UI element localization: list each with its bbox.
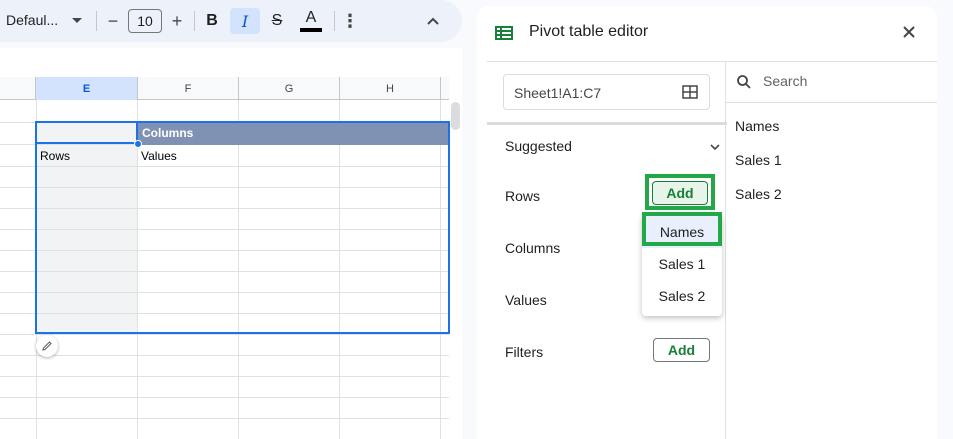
panel-column-divider [725,62,726,439]
app-root: Defaul... − 10 + B I S A ⋮ E F G H Colum… [0,0,953,439]
names-item-highlight [642,212,722,246]
column-header-g[interactable]: G [239,77,340,100]
toolbar-divider [334,11,335,31]
column-header-e[interactable]: E [36,77,138,100]
rows-label: Rows [505,188,541,204]
more-options-icon[interactable]: ⋮ [340,8,360,34]
suggested-label[interactable]: Suggested [505,138,572,154]
column-header-row: E F G H [0,77,449,100]
search-divider [726,102,937,103]
toolbar-divider [96,11,97,31]
decrease-font-size-button[interactable]: − [104,8,122,34]
font-family-select[interactable]: Defaul... [6,12,58,28]
formatting-toolbar: Defaul... − 10 + B I S A ⋮ [0,0,462,42]
increase-font-size-button[interactable]: + [168,8,186,34]
fill-handle[interactable] [134,140,142,148]
chevron-down-icon[interactable] [709,142,721,152]
dropdown-item-sales-2[interactable]: Sales 2 [642,280,722,312]
data-range-input[interactable]: Sheet1!A1:C7 [503,74,710,110]
filters-add-button[interactable]: Add [653,338,710,362]
pivot-table-editor-panel: Pivot table editor Sheet1!A1:C7 Suggeste… [477,6,937,439]
dropdown-item-sales-1[interactable]: Sales 1 [642,248,722,280]
rows-add-button[interactable]: Add [652,181,708,205]
grid-line [0,418,449,419]
vertical-scrollbar[interactable] [451,102,460,130]
pencil-icon [42,341,52,351]
font-size-input[interactable]: 10 [128,9,162,33]
column-header-h[interactable]: H [340,77,441,100]
field-item-names[interactable]: Names [735,118,779,134]
column-header-f[interactable]: F [138,77,239,100]
data-range-value: Sheet1!A1:C7 [514,85,602,101]
sheets-table-icon [495,26,513,40]
grid-line [0,376,449,377]
columns-label: Columns [505,240,561,256]
field-search-input[interactable]: Search [763,73,807,89]
column-header-blank[interactable] [0,77,36,100]
italic-button[interactable]: I [230,8,260,34]
bold-button[interactable]: B [200,8,224,34]
collapse-toolbar-icon[interactable] [420,8,446,34]
field-item-sales-1[interactable]: Sales 1 [735,152,782,168]
section-separator [487,122,727,125]
values-label: Values [505,292,547,308]
spreadsheet-grid[interactable]: E F G H Columns Rows Values [0,48,462,439]
close-icon[interactable] [901,24,917,40]
field-item-sales-2[interactable]: Sales 2 [735,186,782,202]
toolbar-divider [194,11,195,31]
search-icon [737,75,751,89]
font-caret-icon[interactable] [72,18,82,23]
panel-divider [487,61,937,62]
panel-title: Pivot table editor [529,23,649,40]
edit-pivot-button[interactable] [36,335,58,357]
strikethrough-button[interactable]: S [264,8,290,34]
select-range-icon[interactable] [682,85,698,99]
filters-label: Filters [505,344,544,360]
selection-outline [35,121,450,334]
grid-line [0,397,449,398]
text-color-swatch [300,28,322,32]
grid-line [0,334,449,335]
active-cell[interactable] [35,121,138,144]
grid-line [0,355,449,356]
